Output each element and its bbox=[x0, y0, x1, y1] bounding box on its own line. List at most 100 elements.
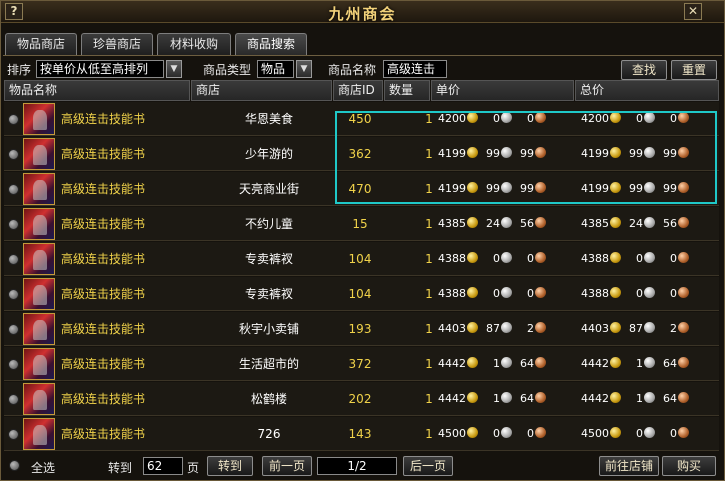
total-price-silver: 1 bbox=[636, 357, 643, 370]
column-header-shop[interactable]: 商店 bbox=[191, 80, 332, 101]
row-select-radio[interactable] bbox=[8, 394, 19, 405]
gold-coin-icon bbox=[467, 252, 478, 263]
item-name: 高级连击技能书 bbox=[61, 112, 146, 126]
row-select-radio[interactable] bbox=[8, 219, 19, 230]
type-select[interactable]: 物品 bbox=[257, 60, 294, 78]
row-select-radio[interactable] bbox=[8, 289, 19, 300]
skill-book-icon[interactable] bbox=[23, 208, 55, 240]
total-price-gold: 4500 bbox=[581, 427, 609, 440]
gold-coin-icon bbox=[610, 217, 621, 228]
buy-button[interactable]: 购买 bbox=[662, 456, 716, 476]
total-price-silver: 87 bbox=[629, 322, 643, 335]
copper-coin-icon bbox=[678, 252, 689, 263]
total-price: 4200 0 0 bbox=[579, 102, 689, 136]
shop-id: 372 bbox=[348, 357, 372, 371]
reset-button[interactable]: 重置 bbox=[671, 60, 717, 80]
silver-coin-icon bbox=[644, 357, 655, 368]
table-row[interactable]: 高级连击技能书 少年游的 362 1 4199 99 99 4199 99 99 bbox=[4, 137, 719, 171]
shop-name: 华恩美食 bbox=[244, 112, 293, 126]
tab-item-shop[interactable]: 物品商店 bbox=[5, 33, 77, 55]
skill-book-icon[interactable] bbox=[23, 313, 55, 345]
total-price-copper: 99 bbox=[663, 147, 677, 160]
close-button[interactable]: ✕ bbox=[684, 3, 702, 20]
tab-pet-shop[interactable]: 珍兽商店 bbox=[81, 33, 153, 55]
item-name: 高级连击技能书 bbox=[61, 287, 146, 301]
total-price-gold: 4388 bbox=[581, 287, 609, 300]
shop-name: 松鹤楼 bbox=[250, 392, 287, 406]
skill-book-icon[interactable] bbox=[23, 173, 55, 205]
row-select-radio[interactable] bbox=[8, 184, 19, 195]
select-all-radio[interactable] bbox=[9, 460, 20, 471]
silver-coin-icon bbox=[501, 357, 512, 368]
copper-coin-icon bbox=[678, 112, 689, 123]
column-header-item-name[interactable]: 物品名称 bbox=[4, 80, 190, 101]
total-price-silver: 99 bbox=[629, 147, 643, 160]
unit-price-gold: 4199 bbox=[438, 147, 466, 160]
next-page-button[interactable]: 后一页 bbox=[403, 456, 453, 476]
goto-button[interactable]: 转到 bbox=[207, 456, 253, 476]
total-price-silver: 0 bbox=[636, 252, 643, 265]
column-header-total-price[interactable]: 总价 bbox=[575, 80, 719, 101]
visit-shop-button[interactable]: 前往店铺 bbox=[599, 456, 659, 476]
table-row[interactable]: 高级连击技能书 专卖裤衩 104 1 4388 0 0 4388 0 0 bbox=[4, 277, 719, 311]
skill-book-icon[interactable] bbox=[23, 383, 55, 415]
row-select-radio[interactable] bbox=[8, 149, 19, 160]
unit-price-copper: 56 bbox=[520, 217, 534, 230]
unit-price-silver: 1 bbox=[493, 357, 500, 370]
skill-book-icon[interactable] bbox=[23, 418, 55, 450]
copper-coin-icon bbox=[535, 217, 546, 228]
select-all-label[interactable]: 全选 bbox=[31, 459, 55, 476]
table-row[interactable]: 高级连击技能书 不约儿童 15 1 4385 24 56 4385 24 56 bbox=[4, 207, 719, 241]
skill-book-icon[interactable] bbox=[23, 348, 55, 380]
search-button[interactable]: 查找 bbox=[621, 60, 667, 80]
item-name: 高级连击技能书 bbox=[61, 357, 146, 371]
type-dropdown-arrow-icon[interactable]: ▼ bbox=[296, 60, 312, 78]
gold-coin-icon bbox=[467, 322, 478, 333]
row-select-radio[interactable] bbox=[8, 114, 19, 125]
table-row[interactable]: 高级连击技能书 专卖裤衩 104 1 4388 0 0 4388 0 0 bbox=[4, 242, 719, 276]
tab-material-buyback[interactable]: 材料收购 bbox=[157, 33, 231, 55]
table-row[interactable]: 高级连击技能书 松鹤楼 202 1 4442 1 64 4442 1 64 bbox=[4, 382, 719, 416]
row-select-radio[interactable] bbox=[8, 254, 19, 265]
page-number-input[interactable]: 62 bbox=[143, 457, 183, 475]
total-price-copper: 0 bbox=[670, 112, 677, 125]
tab-item-search[interactable]: 商品搜索 bbox=[235, 33, 307, 55]
skill-book-icon[interactable] bbox=[23, 138, 55, 170]
row-select-radio[interactable] bbox=[8, 324, 19, 335]
table-row[interactable]: 高级连击技能书 生活超市的 372 1 4442 1 64 4442 1 64 bbox=[4, 347, 719, 381]
sort-select[interactable]: 按单价从低至高排列 bbox=[36, 60, 164, 78]
column-header-unit-price[interactable]: 单价 bbox=[431, 80, 574, 101]
skill-book-icon[interactable] bbox=[23, 103, 55, 135]
copper-coin-icon bbox=[535, 112, 546, 123]
shop-name: 少年游的 bbox=[244, 147, 293, 161]
unit-price-silver: 87 bbox=[486, 322, 500, 335]
silver-coin-icon bbox=[644, 322, 655, 333]
gold-coin-icon bbox=[610, 287, 621, 298]
total-price: 4199 99 99 bbox=[579, 137, 689, 171]
gold-coin-icon bbox=[610, 252, 621, 263]
unit-price: 4442 1 64 bbox=[436, 347, 546, 381]
shop-id: 362 bbox=[348, 147, 372, 161]
sort-dropdown-arrow-icon[interactable]: ▼ bbox=[166, 60, 182, 78]
gold-coin-icon bbox=[610, 112, 621, 123]
skill-book-icon[interactable] bbox=[23, 243, 55, 275]
prev-page-button[interactable]: 前一页 bbox=[262, 456, 312, 476]
table-row[interactable]: 高级连击技能书 华恩美食 450 1 4200 0 0 4200 0 0 bbox=[4, 102, 719, 136]
unit-price-copper: 99 bbox=[520, 147, 534, 160]
total-price: 4385 24 56 bbox=[579, 207, 689, 241]
row-select-radio[interactable] bbox=[8, 359, 19, 370]
copper-coin-icon bbox=[678, 287, 689, 298]
row-select-radio[interactable] bbox=[8, 429, 19, 440]
table-row[interactable]: 高级连击技能书 秋宇小卖铺 193 1 4403 87 2 4403 87 2 bbox=[4, 312, 719, 346]
unit-price-copper: 0 bbox=[527, 112, 534, 125]
silver-coin-icon bbox=[644, 217, 655, 228]
table-row[interactable]: 高级连击技能书 726 143 1 4500 0 0 4500 0 0 bbox=[4, 417, 719, 451]
skill-book-icon[interactable] bbox=[23, 278, 55, 310]
shop-name: 天亮商业街 bbox=[238, 182, 299, 196]
name-search-input[interactable]: 高级连击 bbox=[383, 60, 447, 78]
column-header-shop-id[interactable]: 商店ID bbox=[333, 80, 383, 101]
table-row[interactable]: 高级连击技能书 天亮商业街 470 1 4199 99 99 4199 99 99 bbox=[4, 172, 719, 206]
unit-price-copper: 99 bbox=[520, 182, 534, 195]
unit-price: 4500 0 0 bbox=[436, 417, 546, 451]
column-header-quantity[interactable]: 数量 bbox=[384, 80, 430, 101]
